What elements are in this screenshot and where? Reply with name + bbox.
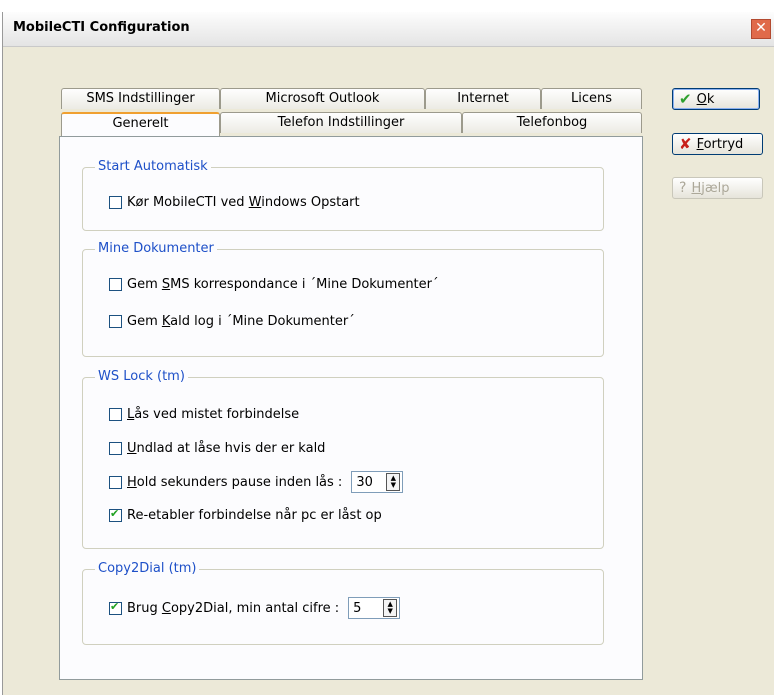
tab-sms-indstillinger[interactable]: SMS Indstillinger: [61, 88, 220, 109]
checkbox[interactable]: [109, 408, 122, 421]
ok-button[interactable]: ✔ Ok: [672, 88, 760, 110]
tab-internet[interactable]: Internet: [425, 88, 541, 109]
checkbox-label: Re-etabler forbindelse når pc er låst op: [127, 508, 382, 523]
cancel-label: Fortryd: [696, 136, 744, 152]
group-title: Start Automatisk: [95, 159, 211, 174]
close-button[interactable]: ✕: [751, 19, 771, 39]
ok-label: Ok: [696, 91, 715, 107]
checkbox-label: Lås ved mistet forbindelse: [127, 407, 300, 422]
tab-telefonbog[interactable]: Telefonbog: [462, 112, 642, 133]
checkbox-row-reconnect-on-unlock[interactable]: Re-etabler forbindelse når pc er låst op: [109, 507, 382, 523]
spin-arrows-icon[interactable]: ▲ ▼: [383, 599, 398, 617]
group-ws-lock: WS Lock (tm) Lås ved mistet forbindelse …: [82, 369, 604, 549]
group-mine-dokumenter: Mine Dokumenter Gem SMS korrespondance i…: [82, 241, 604, 357]
checkbox-label: Brug Copy2Dial, min antal cifre :: [127, 600, 340, 616]
checkbox-label: Undlad at låse hvis der er kald: [127, 441, 326, 456]
pause-seconds-stepper[interactable]: 30 ▲ ▼: [351, 471, 404, 493]
checkbox[interactable]: [109, 278, 122, 291]
checkbox[interactable]: [109, 475, 122, 489]
checkbox[interactable]: [109, 196, 122, 209]
checkbox-row-copy2dial[interactable]: Brug Copy2Dial, min antal cifre : 5 ▲▼: [109, 597, 401, 619]
group-title: WS Lock (tm): [95, 369, 188, 384]
pause-seconds-value[interactable]: 30: [352, 475, 386, 490]
checkbox[interactable]: [109, 315, 122, 328]
checkbox-row-windows-start[interactable]: Kør MobileCTI ved Windows Opstart: [109, 195, 360, 210]
spin-arrows-icon[interactable]: ▲ ▼: [386, 473, 401, 491]
dialog-content: SMS Indstillinger Microsoft Outlook Inte…: [3, 47, 774, 695]
window-title: MobileCTI Configuration: [13, 20, 190, 35]
checkbox-row-lock-on-disconnect[interactable]: Lås ved mistet forbindelse: [109, 407, 299, 422]
checkbox[interactable]: [109, 507, 122, 522]
group-copy2dial: Copy2Dial (tm) Brug Copy2Dial, min antal…: [82, 561, 604, 645]
checkbox-label: Hold sekunders pause inden lås :: [127, 474, 343, 490]
checkbox-row-save-call-log[interactable]: Gem Kald log i ´Mine Dokumenter´: [109, 314, 355, 329]
help-label: Hjælp: [691, 180, 730, 196]
group-title: Copy2Dial (tm): [95, 561, 200, 576]
checkbox-label: Gem SMS korrespondance i ´Mine Dokumente…: [127, 277, 439, 292]
help-button[interactable]: ? Hjælp: [672, 177, 763, 199]
config-window: MobileCTI Configuration ✕ SMS Indstillin…: [2, 12, 774, 695]
tab-microsoft-outlook[interactable]: Microsoft Outlook: [220, 88, 425, 109]
question-mark-icon: ?: [679, 180, 687, 196]
checkbox-label: Gem Kald log i ´Mine Dokumenter´: [127, 314, 355, 329]
title-bar[interactable]: MobileCTI Configuration ✕: [3, 12, 774, 47]
checkbox-row-pause-before-lock[interactable]: Hold sekunders pause inden lås : 30 ▲ ▼: [109, 471, 404, 493]
checkbox[interactable]: [109, 600, 122, 615]
checkbox-row-skip-lock-on-call[interactable]: Undlad at låse hvis der er kald: [109, 441, 325, 456]
cancel-button[interactable]: ✘ Fortryd: [672, 133, 763, 155]
tab-licens[interactable]: Licens: [541, 88, 642, 109]
min-digits-value[interactable]: 5: [349, 601, 383, 616]
checkbox-row-save-sms[interactable]: Gem SMS korrespondance i ´Mine Dokumente…: [109, 277, 439, 292]
group-title: Mine Dokumenter: [95, 241, 217, 256]
checkbox-label: Kør MobileCTI ved Windows Opstart: [127, 195, 360, 210]
min-digits-stepper[interactable]: 5 ▲ ▼: [348, 597, 401, 619]
tab-telefon-indstillinger[interactable]: Telefon Indstillinger: [220, 112, 462, 133]
tab-panel-generelt: Start Automatisk Kør MobileCTI ved Windo…: [59, 136, 643, 680]
checkmark-icon: ✔: [679, 90, 692, 108]
tab-generelt[interactable]: Generelt: [61, 112, 220, 136]
cross-icon: ✘: [679, 135, 692, 153]
group-start-automatisk: Start Automatisk Kør MobileCTI ved Windo…: [82, 159, 604, 231]
checkbox[interactable]: [109, 442, 122, 455]
